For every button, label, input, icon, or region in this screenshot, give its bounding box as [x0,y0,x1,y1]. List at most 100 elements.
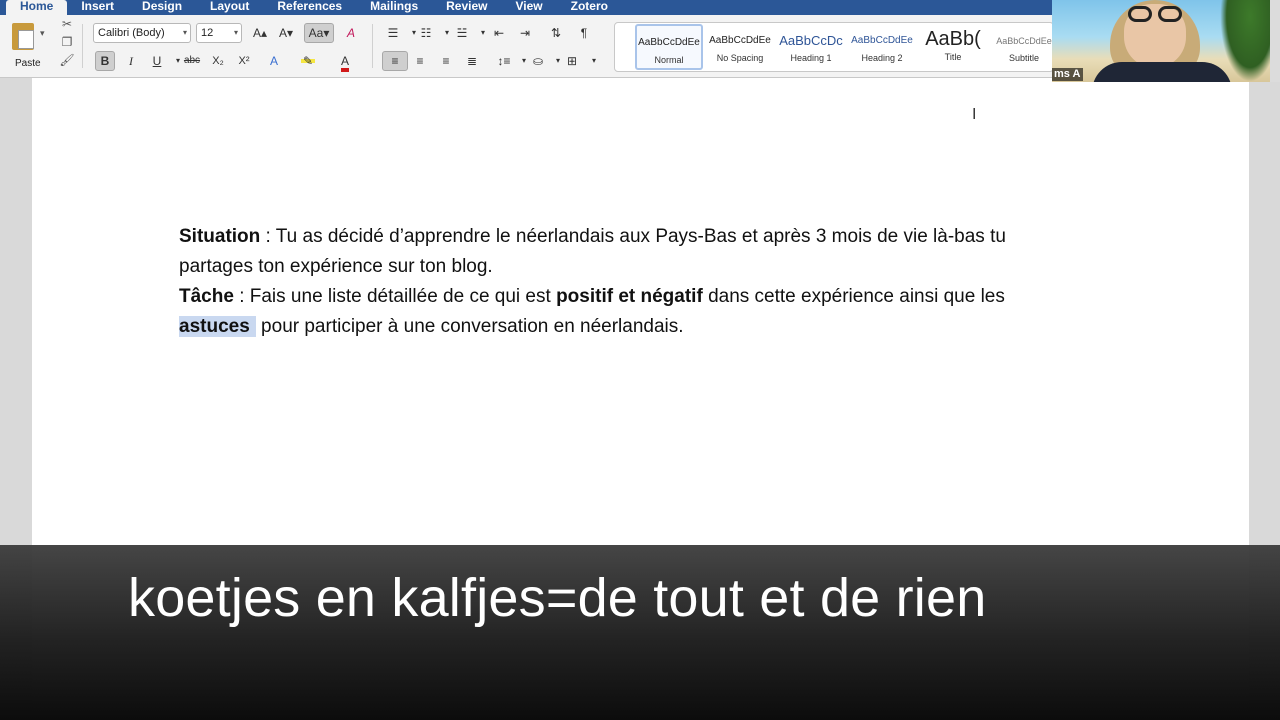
line-spacing-button[interactable]: ↕≡ [494,51,514,71]
situation-label: Situation [179,226,261,247]
bullet-list-icon: ☰ [387,26,399,40]
tab-mailings[interactable]: Mailings [356,0,432,15]
font-color-label: A [340,54,349,72]
shading-button[interactable]: ⛀ [528,51,548,71]
paint-bucket-icon: ⛀ [532,54,544,68]
align-right-icon: ≡ [442,54,450,68]
numbered-list-icon: ☷ [420,26,432,40]
situation-text: : Tu as décidé d’apprendre le néerlandai… [179,226,1006,277]
copy-icon[interactable]: ❐ [62,35,73,49]
line-spacing-icon: ↕≡ [497,54,511,68]
tab-design[interactable]: Design [128,0,196,15]
webcam-gap [1270,0,1280,82]
style-preview: AaBbCcDdEe [709,35,771,46]
style-name: Heading 2 [861,53,903,63]
paste-button[interactable]: ▾ Paste [6,20,54,74]
justify-button[interactable]: ≣ [462,51,482,71]
sort-button[interactable]: ⇅ [546,23,566,43]
tab-zotero[interactable]: Zotero [557,0,622,15]
style-preview: AaBbCcDdEe [996,36,1052,46]
bold-button[interactable]: B [95,51,115,71]
highlighter-icon: ✎ [301,51,315,68]
glasses-icon [1128,6,1152,22]
show-formatting-button[interactable]: ¶ [574,23,594,43]
chevron-down-icon[interactable]: ▾ [40,28,45,39]
style-heading-1[interactable]: AaBbCcDc Heading 1 [777,24,845,70]
paste-label: Paste [15,58,41,69]
tab-insert[interactable]: Insert [67,0,128,15]
shrink-font-button[interactable]: A▾ [276,23,296,43]
tab-layout[interactable]: Layout [196,0,263,15]
style-subtitle[interactable]: AaBbCcDdEe Subtitle [990,24,1053,70]
indent-icon: ⇥ [519,26,531,40]
text-cursor-icon: I [972,106,977,123]
ribbon-tab-bar: Home Insert Design Layout References Mai… [0,0,1052,15]
document-body[interactable]: Situation : Tu as décidé d’apprendre le … [179,222,1084,342]
tab-review[interactable]: Review [432,0,501,15]
align-right-button[interactable]: ≡ [436,51,456,71]
align-left-icon: ≡ [391,54,399,68]
clipboard-icon [12,23,34,50]
italic-button[interactable]: I [121,51,141,71]
font-color-button[interactable]: A [334,51,356,72]
selected-word-astuces: astuces [179,316,256,337]
chevron-down-icon: ▾ [233,28,238,37]
align-center-button[interactable]: ≡ [410,51,430,71]
palm-tree-background [1220,0,1270,82]
subtitle-band: koetjes en kalfjes=de tout et de rien [0,545,1280,720]
change-case-button[interactable]: Aa▾ [304,23,334,43]
brush-icon[interactable]: 🖌 [59,53,74,67]
tab-view[interactable]: View [501,0,556,15]
clipboard-tools: ✂ ❐ 🖌 [58,17,76,67]
align-center-icon: ≡ [416,54,424,68]
grow-font-button[interactable]: A▴ [250,23,270,43]
chevron-down-icon[interactable]: ▾ [584,51,604,71]
strikethrough-button[interactable]: abc [182,51,202,71]
style-name: Title [944,52,962,62]
font-name-select[interactable]: Calibri (Body) ▾ [93,23,191,43]
change-case-label: Aa [308,26,324,40]
bullets-button[interactable]: ☰ [383,23,403,43]
style-name: Subtitle [1008,53,1040,63]
style-no-spacing[interactable]: AaBbCcDdEe No Spacing [706,24,774,70]
font-size-value: 12 [201,27,214,39]
highlight-button[interactable]: ✎ [296,51,320,71]
positive-negative-text: positif et négatif [556,286,703,307]
glasses-icon [1158,6,1182,22]
borders-icon: ⊞ [566,54,578,68]
clear-formatting-button[interactable]: A [341,23,361,43]
style-title[interactable]: AaBb( Title [919,24,987,70]
styles-gallery: AaBbCcDdEe Normal AaBbCcDdEe No Spacing … [614,22,1054,72]
style-name: Normal [654,55,684,65]
divider [372,24,373,68]
text-effects-button[interactable]: A [264,51,284,71]
justify-icon: ≣ [466,54,478,68]
style-heading-2[interactable]: AaBbCcDdEe Heading 2 [848,24,916,70]
multilevel-list-button[interactable]: ☱ [452,23,472,43]
underline-button[interactable]: U [147,51,167,71]
webcam-video: ms A [1052,0,1270,82]
style-preview: AaBb( [925,28,981,50]
ribbon: ▾ Paste ✂ ❐ 🖌 Calibri (Body) ▾ 12 ▾ A▴ A… [0,15,1054,78]
tab-references[interactable]: References [263,0,356,15]
font-size-select[interactable]: 12 ▾ [196,23,242,43]
scissors-icon[interactable]: ✂ [62,17,72,31]
participant-name-label: ms A [1052,68,1083,81]
borders-button[interactable]: ⊞ [562,51,582,71]
align-left-button[interactable]: ≡ [382,51,408,71]
numbering-button[interactable]: ☷ [416,23,436,43]
increase-indent-button[interactable]: ⇥ [515,23,535,43]
subscript-button[interactable]: X₂ [208,51,228,71]
decrease-indent-button[interactable]: ⇤ [489,23,509,43]
style-normal[interactable]: AaBbCcDdEe Normal [635,24,703,70]
tache-text: dans cette expérience ainsi que les [702,286,1005,307]
tab-home[interactable]: Home [6,0,68,15]
superscript-button[interactable]: X² [234,51,254,71]
tache-text: pour participer à une conversation en né… [255,316,684,337]
tache-label: Tâche [179,286,234,307]
outdent-icon: ⇤ [493,26,505,40]
person-body [1092,62,1232,82]
style-preview: AaBbCcDc [779,33,843,48]
style-name: No Spacing [716,53,764,63]
chevron-down-icon: ▾ [182,28,187,37]
